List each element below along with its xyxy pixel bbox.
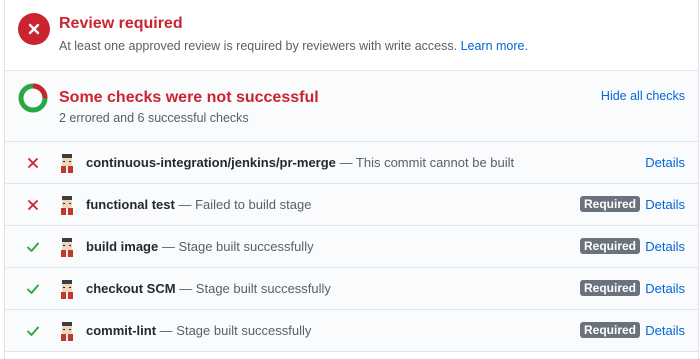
checks-list: continuous-integration/jenkins/pr-merge … [5, 142, 698, 352]
check-icon [27, 326, 39, 336]
checks-summary: 2 errored and 6 successful checks [59, 111, 249, 125]
check-name: build image [86, 239, 159, 254]
check-text: checkout SCM — Stage built successfully [86, 281, 331, 296]
check-description: — Stage built successfully [175, 281, 331, 296]
jenkins-avatar-icon [61, 196, 73, 215]
check-row: functional test — Failed to build stage … [5, 184, 698, 226]
check-description: — This commit cannot be built [335, 155, 515, 170]
review-title: Review required [59, 15, 183, 32]
check-description: — Stage built successfully [156, 323, 312, 338]
check-description: — Failed to build stage [174, 197, 312, 212]
details-link[interactable]: Details [645, 323, 685, 338]
jenkins-avatar-icon [61, 280, 73, 299]
check-name: checkout SCM [86, 281, 176, 296]
checks-title: Some checks were not successful [59, 89, 319, 106]
check-name: commit-lint [86, 323, 157, 338]
hide-all-checks-link[interactable]: Hide all checks [601, 89, 685, 103]
details-link[interactable]: Details [645, 197, 685, 212]
required-badge: Required [579, 196, 640, 212]
review-description: At least one approved review is required… [59, 39, 528, 53]
check-text: continuous-integration/jenkins/pr-merge … [86, 155, 514, 170]
review-required-section: Review required At least one approved re… [5, 0, 698, 71]
review-description-text: At least one approved review is required… [59, 39, 458, 53]
check-text: commit-lint — Stage built successfully [86, 323, 311, 338]
details-link[interactable]: Details [645, 155, 685, 170]
jenkins-avatar-icon [61, 154, 73, 173]
status-donut-icon [18, 83, 48, 113]
x-icon [28, 158, 38, 168]
check-row: continuous-integration/jenkins/pr-merge … [5, 142, 698, 184]
required-badge: Required [579, 280, 640, 296]
check-icon [27, 242, 39, 252]
required-badge: Required [579, 238, 640, 254]
check-text: functional test — Failed to build stage [86, 197, 311, 212]
check-row: build image — Stage built successfully R… [5, 226, 698, 268]
check-row: commit-lint — Stage built successfully R… [5, 310, 698, 352]
review-x-circle-icon [18, 13, 50, 45]
learn-more-link[interactable]: Learn more. [461, 39, 528, 53]
check-description: — Stage built successfully [158, 239, 314, 254]
x-icon [28, 200, 38, 210]
check-name: continuous-integration/jenkins/pr-merge [86, 155, 336, 170]
check-text: build image — Stage built successfully [86, 239, 314, 254]
details-link[interactable]: Details [645, 281, 685, 296]
jenkins-avatar-icon [61, 322, 73, 341]
check-icon [27, 284, 39, 294]
check-name: functional test [86, 197, 175, 212]
details-link[interactable]: Details [645, 239, 685, 254]
check-row: checkout SCM — Stage built successfully … [5, 268, 698, 310]
checks-summary-section: Some checks were not successful 2 errore… [5, 71, 698, 142]
jenkins-avatar-icon [61, 238, 73, 257]
required-badge: Required [579, 322, 640, 338]
merge-status-panel: Review required At least one approved re… [4, 0, 699, 359]
